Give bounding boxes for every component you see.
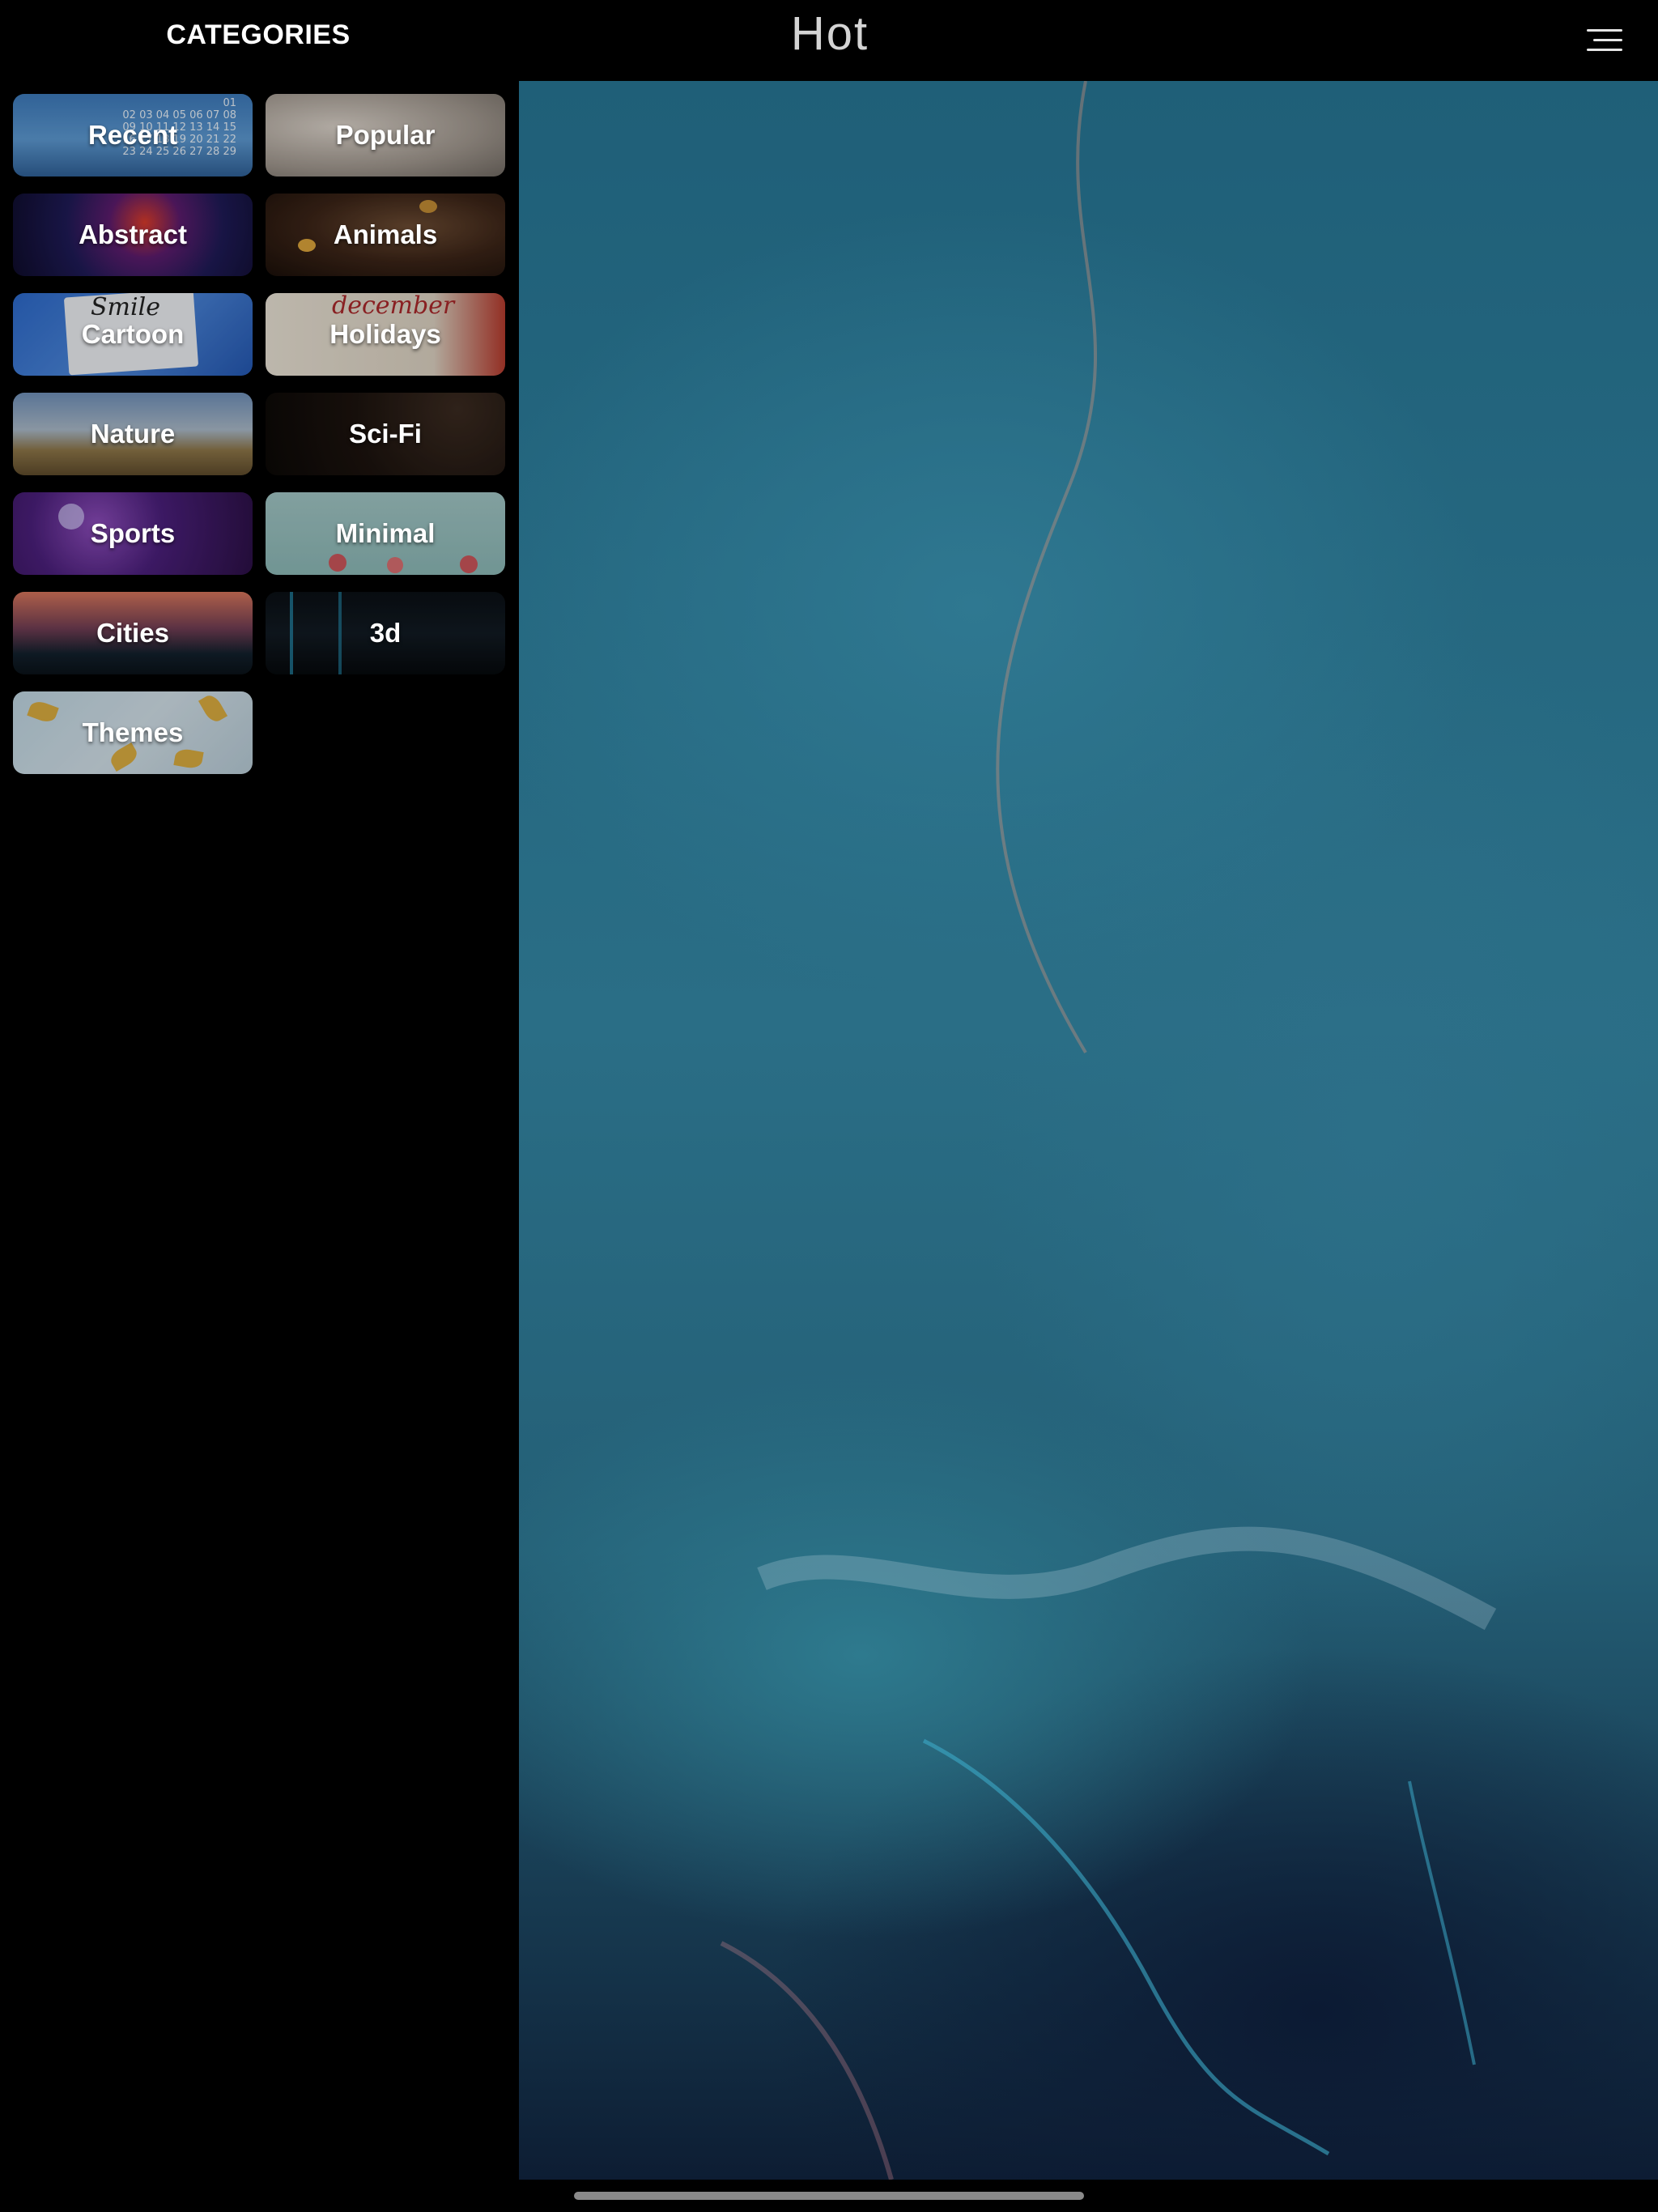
category-tile-cities[interactable]: Cities [13, 592, 253, 674]
ink-swirl-decoration [720, 81, 1497, 2180]
category-tile-animals[interactable]: Animals [266, 194, 505, 276]
category-tile-scifi[interactable]: Sci-Fi [266, 393, 505, 475]
category-tile-popular[interactable]: Popular [266, 94, 505, 177]
hamburger-menu-icon[interactable] [1582, 23, 1626, 58]
category-tile-3d[interactable]: 3d [266, 592, 505, 674]
category-tile-sports[interactable]: Sports [13, 492, 253, 575]
category-label: Cartoon [81, 319, 185, 349]
category-label: 3d [369, 618, 402, 648]
header-bar: CATEGORIES Hot [0, 0, 1658, 81]
category-label: Popular [335, 120, 436, 150]
category-label: Nature [90, 419, 176, 449]
category-tile-recent[interactable]: 01 02 03 04 05 06 07 08 09 10 11 12 13 1… [13, 94, 253, 177]
page-title: Hot [790, 7, 869, 60]
category-label: Abstract [79, 219, 187, 249]
categories-sidebar: 01 02 03 04 05 06 07 08 09 10 11 12 13 1… [0, 81, 518, 2186]
categories-grid: 01 02 03 04 05 06 07 08 09 10 11 12 13 1… [13, 94, 505, 774]
category-label: Holidays [329, 319, 441, 349]
category-tile-minimal[interactable]: Minimal [266, 492, 505, 575]
wallpaper-preview[interactable] [519, 81, 1658, 2180]
category-label: Animals [333, 219, 438, 249]
category-label: Sci-Fi [349, 419, 422, 449]
category-label: Themes [82, 717, 184, 747]
category-label: Minimal [335, 518, 436, 548]
category-label: Sports [90, 518, 176, 548]
category-tile-nature[interactable]: Nature [13, 393, 253, 475]
category-tile-abstract[interactable]: Abstract [13, 194, 253, 276]
category-tile-holidays[interactable]: december Holidays [266, 293, 505, 376]
category-label: Recent [87, 120, 178, 150]
categories-heading: CATEGORIES [166, 19, 351, 50]
category-tile-themes[interactable]: Themes [13, 691, 253, 774]
home-indicator[interactable] [574, 2192, 1084, 2200]
category-label: Cities [96, 618, 169, 648]
app-root: CATEGORIES Hot 01 02 03 04 05 06 07 08 0… [0, 0, 1658, 2212]
category-tile-cartoon[interactable]: Smile Cartoon [13, 293, 253, 376]
